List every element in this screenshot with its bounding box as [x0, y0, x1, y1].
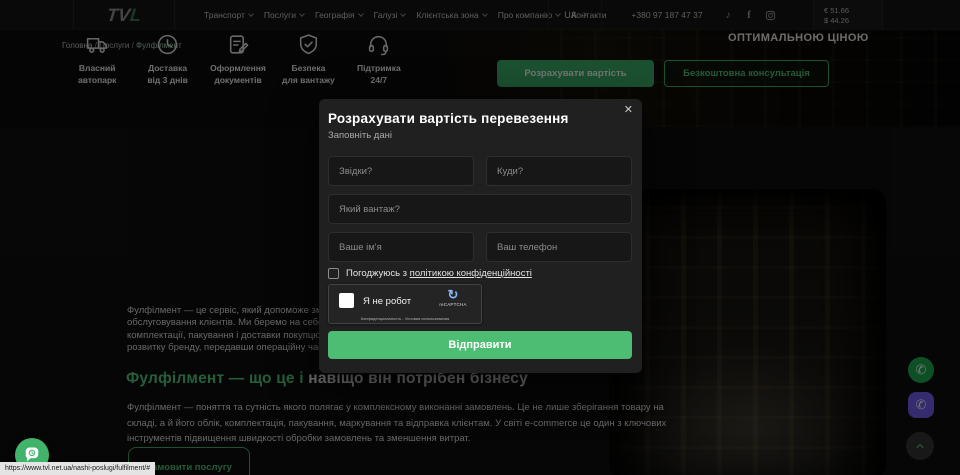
to-input[interactable]: [486, 156, 632, 186]
cargo-input[interactable]: [328, 194, 632, 224]
consent-label: Погоджуюсь з політикою конфіденційності: [346, 268, 532, 279]
consent-row: Погоджуюсь з політикою конфіденційності: [328, 268, 632, 279]
close-icon[interactable]: [624, 105, 633, 116]
recaptcha-terms: Конфиденциальность - Условия использован…: [329, 316, 481, 321]
submit-button[interactable]: Відправити: [328, 331, 632, 359]
status-bar-url: https://www.tvl.net.ua/nashi-poslugi/ful…: [0, 462, 155, 475]
from-input[interactable]: [328, 156, 474, 186]
name-input[interactable]: [328, 232, 474, 262]
calculate-cost-modal: Розрахувати вартість перевезення Заповні…: [319, 99, 642, 373]
consent-checkbox[interactable]: [328, 268, 339, 279]
recaptcha-checkbox[interactable]: [339, 293, 354, 308]
page: TVL Транспорт Послуги Географія Галузі К…: [0, 0, 960, 475]
recaptcha-logo-icon: ↻ reCAPTCHA: [432, 288, 474, 307]
modal-title: Розрахувати вартість перевезення: [328, 111, 632, 126]
phone-input[interactable]: [486, 232, 632, 262]
privacy-policy-link[interactable]: політикою конфіденційності: [410, 268, 532, 279]
recaptcha-widget: Я не робот ↻ reCAPTCHA Конфиденциальност…: [328, 284, 482, 324]
modal-subtitle: Заповніть дані: [328, 130, 632, 141]
recaptcha-label: Я не робот: [363, 296, 411, 307]
